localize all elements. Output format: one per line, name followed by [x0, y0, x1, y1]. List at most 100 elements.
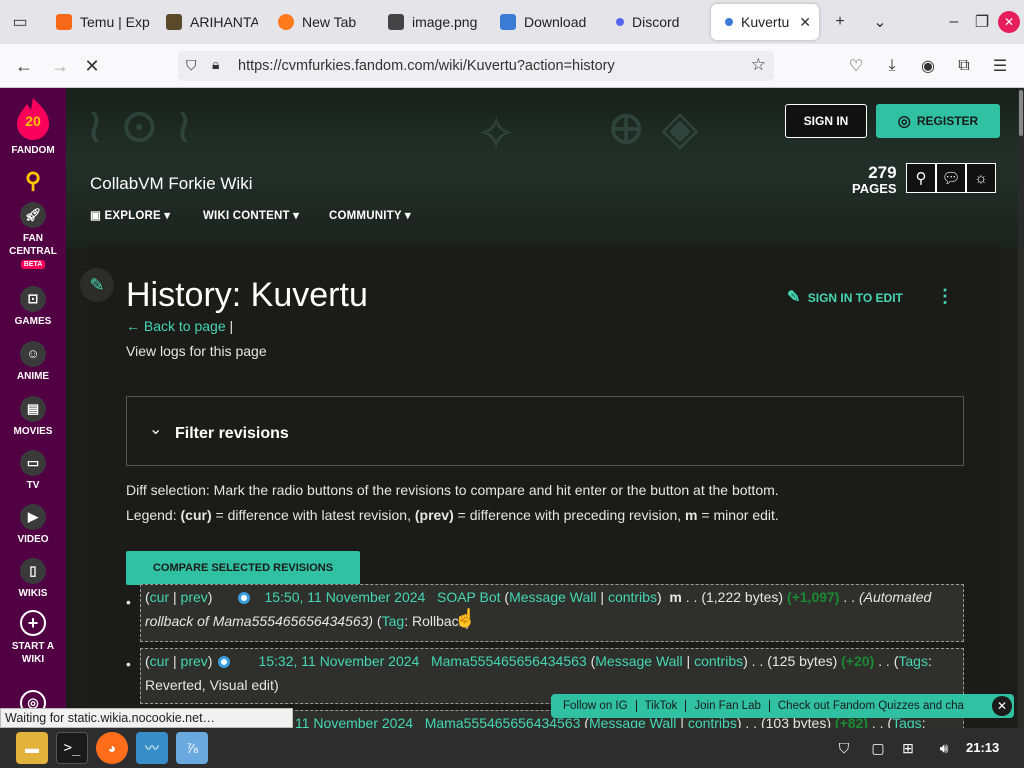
wiki-name[interactable]: CollabVM Forkie Wiki	[90, 174, 252, 194]
terminal-icon[interactable]: >_	[56, 732, 88, 764]
tab-new-tab[interactable]: New Tab	[278, 4, 376, 40]
tab-temu[interactable]: Temu | Exp	[56, 4, 152, 40]
sidebar-item-fan-central[interactable]: 🚀︎ FAN CENTRAL BETA	[0, 202, 66, 269]
rocket-icon: 🚀︎	[20, 202, 46, 228]
revision-datetime-link[interactable]: 15:50, 11 November 2024	[264, 589, 425, 605]
back-to-page-link[interactable]: ← Back to page	[126, 318, 226, 334]
sidebar-item-start-a-wiki[interactable]: + START A WIKI	[0, 610, 66, 666]
network-tray-icon[interactable]: ⊞	[892, 732, 924, 764]
scrollbar-thumb[interactable]	[1019, 90, 1023, 136]
back-arrow-icon[interactable]: ←	[12, 54, 36, 78]
close-icon[interactable]: ✕	[992, 696, 1012, 716]
revision-datetime-link[interactable]: 11 November 2024	[295, 715, 413, 728]
tag-link[interactable]: Tags	[898, 653, 928, 669]
file-manager-icon[interactable]: ▬	[16, 732, 48, 764]
new-tab-icon[interactable]: +	[828, 10, 852, 34]
sidebar-item-games[interactable]: ⊡ GAMES	[0, 286, 66, 327]
cur-link[interactable]: cur	[150, 653, 169, 669]
tiktok-link[interactable]: TikTok	[637, 700, 687, 712]
sidebar-item-wikis[interactable]: ▯ WIKIS	[0, 558, 66, 599]
follow-ig-link[interactable]: Follow on IG	[551, 700, 637, 712]
sidebar-item-label: WIKIS	[18, 588, 48, 599]
revision-radio[interactable]	[238, 592, 251, 605]
message-wall-link[interactable]: Message Wall	[595, 653, 682, 669]
minimize-icon[interactable]: –	[942, 10, 966, 34]
url-text[interactable]: https://cvmfurkies.fandom.com/wiki/Kuver…	[238, 58, 615, 74]
calculator-icon[interactable]: ⅞	[176, 732, 208, 764]
book-icon: ▯	[20, 558, 46, 584]
search-button[interactable]: ⚲	[0, 168, 66, 194]
shield-icon[interactable]: ⛉	[186, 57, 197, 74]
page-scrollbar[interactable]	[1018, 88, 1024, 728]
sidebar-item-movies[interactable]: ▤ MOVIES	[0, 396, 66, 437]
close-tab-icon[interactable]: ✕	[799, 14, 811, 31]
bookmark-star-icon[interactable]: ☆	[751, 55, 766, 75]
menu-community[interactable]: COMMUNITY ▾	[329, 208, 411, 222]
theme-toggle-button[interactable]: ☼	[966, 163, 996, 193]
url-bar[interactable]: ⛉ 🔒︎ https://cvmfurkies.fandom.com/wiki/…	[178, 51, 774, 81]
pencil-icon: ✎	[787, 289, 801, 306]
revision-datetime-link[interactable]: 15:32, 11 November 2024	[258, 653, 419, 669]
diff-selection-text: Diff selection: Mark the radio buttons o…	[126, 482, 779, 498]
join-fan-lab-link[interactable]: Join Fan Lab	[686, 700, 770, 712]
filter-revisions-panel[interactable]: ⌄ Filter revisions	[126, 396, 964, 466]
menu-explore[interactable]: ▣ EXPLORE ▾	[90, 208, 170, 222]
contribs-link[interactable]: contribs	[694, 653, 743, 669]
menu-icon[interactable]: ☰	[988, 54, 1012, 78]
register-label: REGISTER	[916, 114, 979, 128]
close-window-icon[interactable]: ✕	[998, 11, 1020, 33]
pocket-icon[interactable]: ♡	[844, 54, 868, 78]
view-logs-link[interactable]: View logs for this page	[126, 343, 267, 359]
message-wall-link[interactable]: Message Wall	[509, 589, 596, 605]
system-monitor-icon[interactable]: 〰	[136, 732, 168, 764]
sidebar-item-anime[interactable]: ☺ ANIME	[0, 341, 66, 382]
sidebar-item-tv[interactable]: ▭ TV	[0, 450, 66, 491]
prev-link[interactable]: prev	[181, 653, 208, 669]
stop-loading-icon[interactable]: ✕	[80, 54, 104, 78]
decorative-rune: ≀ ⊙ ≀	[86, 98, 193, 154]
user-link[interactable]: Mama555465656434563	[431, 653, 587, 669]
account-icon[interactable]: ◉	[916, 54, 940, 78]
tab-arihanta[interactable]: ARIHANTA	[166, 4, 258, 40]
tab-discord[interactable]: Discord	[612, 4, 702, 40]
sign-in-to-edit-button[interactable]: ✎ SIGN IN TO EDIT	[787, 287, 903, 307]
menu-label: WIKI CONTENT	[203, 210, 290, 222]
contribs-link[interactable]: contribs	[608, 589, 657, 605]
user-link[interactable]: SOAP Bot	[437, 589, 501, 605]
revision-radio[interactable]	[218, 656, 231, 669]
edit-pencil-icon[interactable]: ✎	[80, 268, 114, 302]
discussions-button[interactable]: 💬︎	[936, 163, 966, 193]
shield-tray-icon[interactable]: ⛉	[828, 732, 860, 764]
forward-arrow-icon[interactable]: →	[48, 54, 72, 78]
extensions-icon[interactable]: ⧉	[952, 54, 976, 78]
maximize-icon[interactable]: ❐	[970, 10, 994, 34]
article-panel: ✎ History: Kuvertu ✎ SIGN IN TO EDIT ⋮ ←…	[80, 246, 1000, 728]
more-options-icon[interactable]: ⋮	[936, 286, 954, 307]
lock-icon[interactable]: 🔒︎	[212, 56, 219, 73]
cur-link[interactable]: cur	[150, 589, 169, 605]
clipboard-tray-icon[interactable]: ▢	[862, 732, 894, 764]
tab-list-icon[interactable]: ▭	[8, 10, 32, 34]
fandom-logo[interactable]: 20 FANDOM	[0, 96, 66, 156]
chevron-down-icon[interactable]: ⌄	[868, 10, 892, 34]
download-site-icon	[500, 14, 516, 30]
legend-cur: (cur)	[180, 507, 212, 523]
tag-link[interactable]: Tag	[382, 613, 405, 629]
sidebar-item-video[interactable]: ▶ VIDEO	[0, 504, 66, 545]
sidebar-item-label: MOVIES	[13, 426, 53, 437]
fandom-quizzes-link[interactable]: Check out Fandom Quizzes and cha	[770, 700, 972, 712]
clock[interactable]: 21:13	[966, 740, 999, 755]
compare-revisions-button[interactable]: COMPARE SELECTED REVISIONS	[126, 551, 360, 585]
search-button[interactable]: ⚲	[906, 163, 936, 193]
menu-wiki-content[interactable]: WIKI CONTENT ▾	[203, 208, 299, 222]
volume-tray-icon[interactable]: 🔊︎	[928, 732, 960, 764]
sign-in-button[interactable]: SIGN IN	[785, 104, 867, 138]
prev-link[interactable]: prev	[181, 589, 208, 605]
tab-image[interactable]: image.png	[388, 4, 480, 40]
download-icon[interactable]: ⤓	[880, 54, 904, 78]
tab-kuvertu[interactable]: Kuvertu ✕	[711, 4, 819, 40]
firefox-taskbar-icon[interactable]: ◕	[96, 732, 128, 764]
tab-download[interactable]: Download	[500, 4, 590, 40]
register-button[interactable]: ◎ REGISTER	[876, 104, 1000, 138]
legend-cur-desc: = difference with latest revision,	[211, 507, 415, 523]
